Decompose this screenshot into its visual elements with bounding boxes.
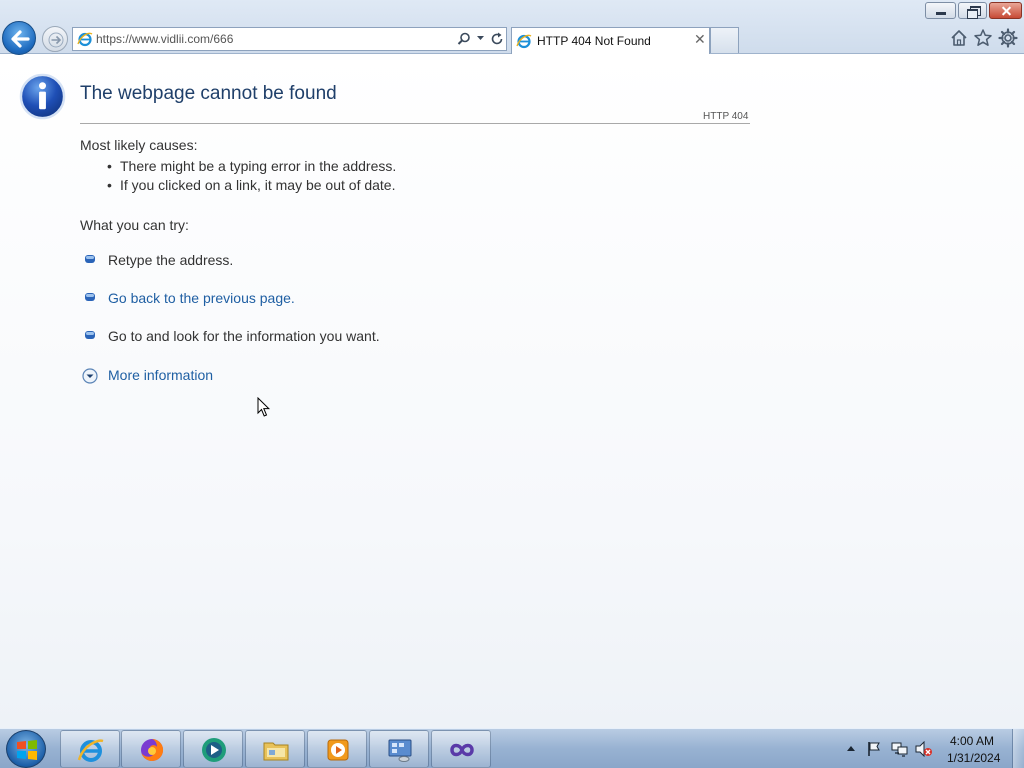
internet-explorer-icon bbox=[77, 739, 104, 762]
mouse-cursor-icon bbox=[257, 397, 271, 417]
taskbar-windows-explorer[interactable] bbox=[245, 730, 305, 768]
taskbar-firefox[interactable] bbox=[121, 730, 181, 768]
error-page: The webpage cannot be found HTTP 404 Mos… bbox=[0, 55, 1024, 728]
tab-close-icon[interactable]: ✕ bbox=[694, 32, 706, 48]
expand-circle-icon[interactable] bbox=[82, 368, 98, 384]
taskbar-visual-studio[interactable] bbox=[431, 730, 491, 768]
taskbar-media-player[interactable] bbox=[307, 730, 367, 768]
search-icon[interactable] bbox=[456, 31, 472, 47]
bullet-icon: • bbox=[107, 158, 112, 174]
network-icon[interactable] bbox=[891, 741, 909, 757]
cause-text: If you clicked on a link, it may be out … bbox=[120, 177, 396, 193]
page-title: The webpage cannot be found bbox=[80, 83, 337, 104]
more-information-link[interactable]: More information bbox=[108, 367, 213, 383]
forward-button[interactable] bbox=[42, 26, 68, 52]
start-button[interactable] bbox=[6, 730, 46, 768]
cause-text: There might be a typing error in the add… bbox=[120, 158, 397, 174]
media-center-icon bbox=[202, 738, 226, 762]
taskbar-media-center[interactable] bbox=[183, 730, 243, 768]
show-hidden-icons-icon[interactable] bbox=[846, 744, 856, 752]
show-desktop-button[interactable] bbox=[1012, 729, 1024, 768]
folder-icon bbox=[263, 742, 289, 761]
back-button[interactable] bbox=[2, 21, 36, 55]
ie-page-icon bbox=[516, 34, 532, 49]
arrow-left-icon bbox=[11, 30, 30, 48]
ie-page-icon bbox=[77, 32, 93, 47]
title-divider bbox=[80, 123, 750, 124]
cause-item: • If you clicked on a link, it may be out… bbox=[107, 177, 395, 193]
action-center-flag-icon[interactable] bbox=[866, 741, 882, 757]
info-icon bbox=[19, 73, 66, 120]
browser-chrome: https://www.vidlii.com/666 HTTP 404 Not … bbox=[0, 0, 1024, 55]
arrow-right-icon bbox=[48, 32, 64, 48]
volume-muted-icon[interactable] bbox=[915, 741, 933, 757]
media-player-icon bbox=[327, 739, 349, 761]
taskbar-remote-desktop[interactable] bbox=[369, 730, 429, 768]
address-bar[interactable]: https://www.vidlii.com/666 bbox=[72, 27, 507, 51]
cause-item: • There might be a typing error in the ad… bbox=[107, 158, 396, 174]
new-tab-button[interactable] bbox=[710, 27, 739, 53]
try-heading: What you can try: bbox=[80, 217, 189, 233]
blue-bullet-icon bbox=[85, 331, 95, 339]
blue-bullet-icon bbox=[85, 255, 95, 263]
taskbar: 4:00 AM 1/31/2024 bbox=[0, 728, 1024, 768]
taskbar-internet-explorer[interactable] bbox=[60, 730, 120, 768]
http-status-code: HTTP 404 bbox=[703, 111, 749, 122]
computer-icon bbox=[388, 739, 412, 762]
firefox-icon bbox=[141, 738, 164, 761]
go-back-link[interactable]: Go back to the previous page. bbox=[108, 290, 295, 306]
tab-active[interactable]: HTTP 404 Not Found ✕ bbox=[511, 27, 710, 54]
tab-title: HTTP 404 Not Found bbox=[537, 34, 651, 48]
blue-bullet-icon bbox=[85, 293, 95, 301]
causes-heading: Most likely causes: bbox=[80, 137, 198, 153]
address-url[interactable]: https://www.vidlii.com/666 bbox=[96, 32, 233, 46]
go-to-site-text: Go to and look for the information you w… bbox=[108, 328, 380, 344]
refresh-icon[interactable] bbox=[489, 31, 505, 47]
bullet-icon: • bbox=[107, 177, 112, 193]
star-icon[interactable] bbox=[973, 28, 993, 48]
clock-time[interactable]: 4:00 AM bbox=[950, 734, 994, 748]
chevron-down-icon[interactable] bbox=[476, 34, 485, 42]
retype-address-text: Retype the address. bbox=[108, 252, 234, 268]
close-button[interactable] bbox=[989, 2, 1022, 19]
clock-date[interactable]: 1/31/2024 bbox=[947, 751, 1000, 765]
minimize-button[interactable] bbox=[925, 2, 956, 19]
home-icon[interactable] bbox=[949, 28, 969, 48]
windows-logo-icon bbox=[17, 740, 37, 760]
infinity-icon bbox=[450, 743, 474, 757]
gear-icon[interactable] bbox=[998, 28, 1018, 48]
restore-button[interactable] bbox=[958, 2, 987, 19]
